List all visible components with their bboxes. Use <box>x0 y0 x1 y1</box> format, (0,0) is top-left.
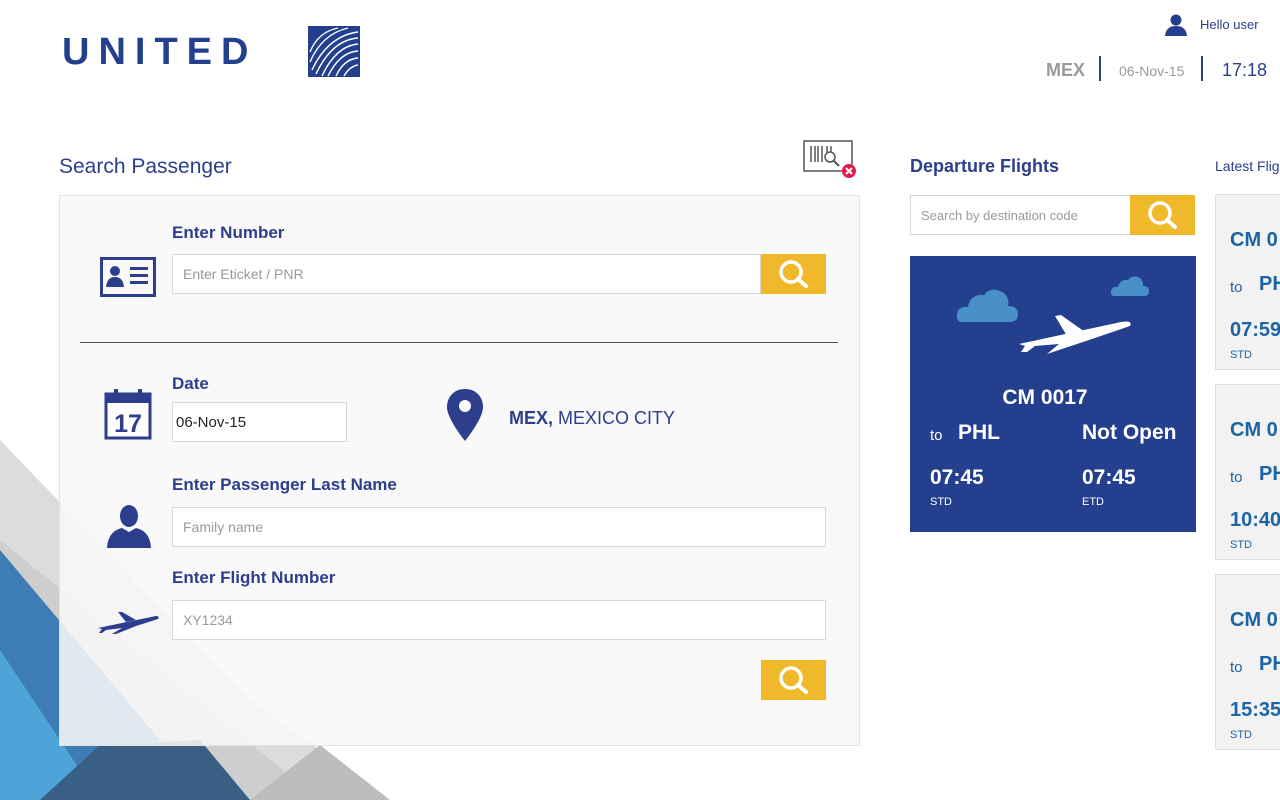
etd-label: ETD <box>1082 496 1104 508</box>
etd-time: 07:45 <box>1082 466 1136 489</box>
passenger-search-button[interactable] <box>761 660 826 700</box>
eticket-search-button[interactable] <box>761 254 826 294</box>
last-name-input[interactable] <box>172 507 826 547</box>
latest-flight-destination: PH <box>1259 273 1280 295</box>
std-time: 07:45 <box>930 466 984 489</box>
station-code: MEX <box>1046 60 1086 80</box>
latest-flight-time: 10:40 <box>1230 509 1280 531</box>
united-logo-text: UNITED <box>62 31 258 73</box>
header-divider <box>1201 56 1203 81</box>
panel-divider <box>80 342 838 343</box>
cloud-icon <box>956 289 1018 322</box>
flight-number-label: Enter Flight Number <box>172 568 336 587</box>
latest-flight-time: 07:59 <box>1230 319 1280 341</box>
latest-flight-time: 15:35 <box>1230 699 1280 721</box>
header-divider <box>1099 56 1101 81</box>
date-input[interactable] <box>172 402 347 442</box>
calendar-icon: 17 <box>104 389 152 440</box>
std-label: STD <box>930 496 952 508</box>
latest-flight-card[interactable]: CM 0 to PH 10:40 STD <box>1215 384 1280 560</box>
airplane-icon <box>98 612 159 634</box>
destination-search-input[interactable] <box>910 195 1131 235</box>
destination-search-button[interactable] <box>1130 195 1195 235</box>
location-code: MEX, <box>509 408 554 428</box>
location-city: MEXICO CITY <box>558 408 676 428</box>
user-icon[interactable] <box>1164 14 1188 36</box>
barcode-scanner-off-icon[interactable] <box>803 140 859 180</box>
flight-number-input[interactable] <box>172 600 826 640</box>
header-date: 06-Nov-15 <box>1119 63 1185 79</box>
date-label: Date <box>172 374 209 393</box>
cloud-icon <box>1110 276 1149 296</box>
user-greeting[interactable]: Hello user <box>1200 17 1259 32</box>
std-label: STD <box>1230 729 1252 741</box>
departing-airplane-icon <box>1019 315 1131 354</box>
eticket-pnr-input[interactable] <box>172 254 761 294</box>
united-globe-logo-icon <box>308 26 360 77</box>
location-text: MEX, MEXICO CITY <box>509 408 675 429</box>
latest-flight-card[interactable]: CM 0 to PH 15:35 STD <box>1215 574 1280 750</box>
passenger-icon <box>107 505 151 548</box>
departure-flight-card[interactable]: CM 0017 to PHL Not Open 07:45 STD 07:45 … <box>910 256 1196 532</box>
departure-status: Not Open <box>1082 421 1177 444</box>
latest-flight-destination: PH <box>1259 653 1280 675</box>
location-pin-icon <box>447 389 483 441</box>
to-label: to <box>1230 469 1243 486</box>
latest-flights-title: Latest Flights <box>1215 158 1280 174</box>
latest-flight-destination: PH <box>1259 463 1280 485</box>
search-icon <box>778 260 808 288</box>
id-card-icon <box>100 257 156 297</box>
enter-number-label: Enter Number <box>172 223 285 242</box>
latest-flight-number: CM 0 <box>1230 609 1278 631</box>
latest-flight-card[interactable]: CM 0 to PH 07:59 STD <box>1215 194 1280 370</box>
to-label: to <box>1230 279 1243 296</box>
to-label: to <box>1230 659 1243 676</box>
search-passenger-title: Search Passenger <box>59 155 232 178</box>
header-time: 17:18 <box>1222 60 1268 80</box>
std-label: STD <box>1230 539 1252 551</box>
search-icon <box>1147 201 1177 229</box>
latest-flight-number: CM 0 <box>1230 229 1278 251</box>
departure-destination: PHL <box>958 421 1000 444</box>
departure-flight-number: CM 0017 <box>1002 386 1088 409</box>
departure-flights-title: Departure Flights <box>910 156 1060 176</box>
latest-flight-number: CM 0 <box>1230 419 1278 441</box>
last-name-label: Enter Passenger Last Name <box>172 475 397 494</box>
to-label: to <box>930 427 943 444</box>
std-label: STD <box>1230 349 1252 361</box>
calendar-day-text: 17 <box>114 410 142 438</box>
search-icon <box>778 666 808 694</box>
